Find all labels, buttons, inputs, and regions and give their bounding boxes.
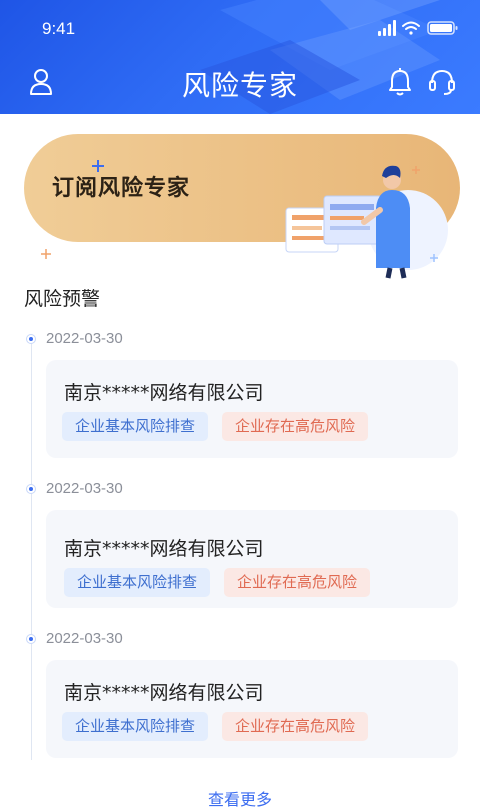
alert-card[interactable]: 南京*****网络有限公司 企业基本风险排查 企业存在高危风险 [46, 510, 458, 608]
battery-icon [427, 21, 458, 35]
tag-basic-risk[interactable]: 企业基本风险排查 [62, 712, 209, 741]
company-name: 南京*****网络有限公司 [64, 538, 264, 560]
sparkle-icon [41, 249, 51, 259]
tag-high-risk[interactable]: 企业存在高危风险 [222, 412, 369, 441]
timeline-dot [26, 334, 36, 344]
timeline-line [31, 340, 32, 760]
view-more-link[interactable]: 查看更多 [0, 786, 480, 810]
timeline-dot [26, 484, 36, 494]
expert-illustration [285, 165, 448, 279]
alert-date: 2022-03-30 [46, 480, 123, 497]
signal-icon [378, 20, 396, 36]
headset-icon[interactable] [428, 68, 456, 96]
alert-card[interactable]: 南京*****网络有限公司 企业基本风险排查 企业存在高危风险 [46, 660, 458, 758]
tag-high-risk[interactable]: 企业存在高危风险 [222, 712, 369, 741]
tag-high-risk[interactable]: 企业存在高危风险 [224, 568, 371, 597]
subscribe-banner-title[interactable]: 订阅风险专家 [52, 170, 190, 202]
alert-date: 2022-03-30 [46, 630, 123, 647]
section-title: 风险预警 [24, 288, 101, 310]
alert-card[interactable]: 南京*****网络有限公司 企业基本风险排查 企业存在高危风险 [46, 360, 458, 458]
tag-basic-risk[interactable]: 企业基本风险排查 [62, 412, 209, 441]
bell-icon[interactable] [388, 68, 412, 96]
company-name: 南京*****网络有限公司 [64, 682, 264, 704]
alert-date: 2022-03-30 [46, 330, 123, 347]
wifi-icon [402, 21, 420, 35]
status-time: 9:41 [42, 19, 76, 38]
status-icons [378, 20, 458, 36]
company-name: 南京*****网络有限公司 [64, 382, 264, 404]
tag-basic-risk[interactable]: 企业基本风险排查 [64, 568, 211, 597]
timeline-dot [26, 634, 36, 644]
sparkle-icon [92, 160, 104, 172]
